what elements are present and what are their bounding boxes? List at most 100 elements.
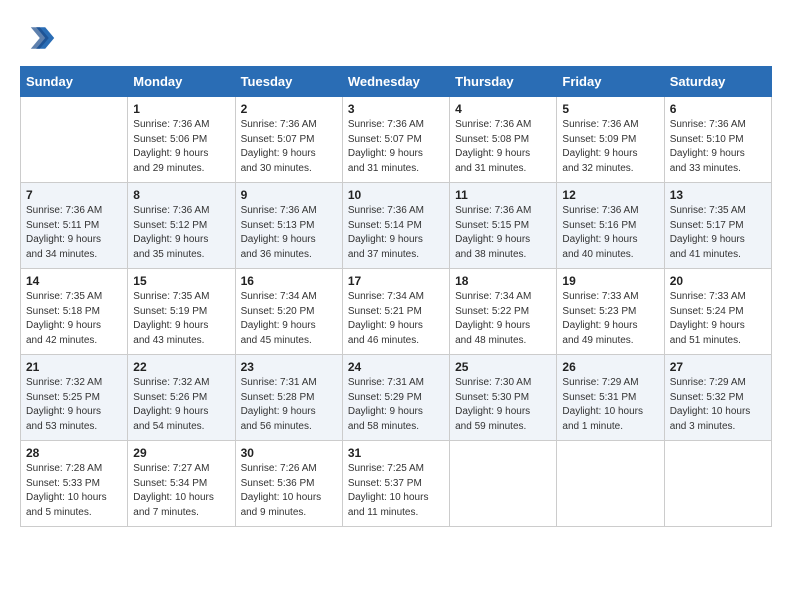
cell-info: Sunrise: 7:34 AM Sunset: 5:22 PM Dayligh… [455,290,551,348]
cell-info: Sunrise: 7:25 AM Sunset: 5:37 PM Dayligh… [348,462,444,520]
cell-info: Sunrise: 7:32 AM Sunset: 5:25 PM Dayligh… [26,376,122,434]
calendar-cell: 10 Sunrise: 7:36 AM Sunset: 5:14 PM Dayli… [342,183,449,269]
cell-info: Sunrise: 7:29 AM Sunset: 5:31 PM Dayligh… [562,376,658,434]
calendar-cell: 14Sunrise: 7:35 AM Sunset: 5:18 PM Dayli… [21,269,128,355]
cell-info: Sunrise: 7:36 AM Sunset: 5:11 PM Dayligh… [26,204,122,262]
weekday-header: Tuesday [235,67,342,97]
calendar-cell: 7 Sunrise: 7:36 AM Sunset: 5:11 PM Daylig… [21,183,128,269]
cell-info: Sunrise: 7:36 AM Sunset: 5:12 PM Dayligh… [133,204,229,262]
day-number: 3 [348,102,444,116]
page-header [20,20,772,56]
calendar-week-row: 28Sunrise: 7:28 AM Sunset: 5:33 PM Dayli… [21,441,772,527]
calendar-header: SundayMondayTuesdayWednesdayThursdayFrid… [21,67,772,97]
day-number: 1 [133,102,229,116]
day-number: 20 [670,274,766,288]
calendar-cell: 31 Sunrise: 7:25 AM Sunset: 5:37 PM Dayli… [342,441,449,527]
calendar-cell: 19 Sunrise: 7:33 AM Sunset: 5:23 PM Dayli… [557,269,664,355]
cell-info: Sunrise: 7:36 AM Sunset: 5:16 PM Dayligh… [562,204,658,262]
cell-info: Sunrise: 7:34 AM Sunset: 5:20 PM Dayligh… [241,290,337,348]
calendar-cell: 16 Sunrise: 7:34 AM Sunset: 5:20 PM Dayli… [235,269,342,355]
day-number: 31 [348,446,444,460]
cell-info: Sunrise: 7:35 AM Sunset: 5:18 PM Dayligh… [26,290,122,348]
day-number: 4 [455,102,551,116]
day-number: 19 [562,274,658,288]
calendar-cell: 25Sunrise: 7:30 AM Sunset: 5:30 PM Dayli… [450,355,557,441]
day-number: 17 [348,274,444,288]
cell-info: Sunrise: 7:36 AM Sunset: 5:08 PM Dayligh… [455,118,551,176]
day-number: 11 [455,188,551,202]
cell-info: Sunrise: 7:35 AM Sunset: 5:19 PM Dayligh… [133,290,229,348]
calendar-cell: 13 Sunrise: 7:35 AM Sunset: 5:17 PM Dayli… [664,183,771,269]
day-number: 10 [348,188,444,202]
calendar-cell: 18 Sunrise: 7:34 AM Sunset: 5:22 PM Dayli… [450,269,557,355]
weekday-header: Monday [128,67,235,97]
cell-info: Sunrise: 7:28 AM Sunset: 5:33 PM Dayligh… [26,462,122,520]
calendar-week-row: 21 Sunrise: 7:32 AM Sunset: 5:25 PM Dayli… [21,355,772,441]
calendar-cell: 27 Sunrise: 7:29 AM Sunset: 5:32 PM Dayli… [664,355,771,441]
day-number: 13 [670,188,766,202]
calendar-cell [21,97,128,183]
calendar-cell [450,441,557,527]
calendar-cell: 21 Sunrise: 7:32 AM Sunset: 5:25 PM Dayli… [21,355,128,441]
day-number: 29 [133,446,229,460]
weekday-header: Friday [557,67,664,97]
calendar-cell: 4 Sunrise: 7:36 AM Sunset: 5:08 PM Daylig… [450,97,557,183]
day-number: 6 [670,102,766,116]
day-number: 23 [241,360,337,374]
calendar-cell: 3 Sunrise: 7:36 AM Sunset: 5:07 PM Daylig… [342,97,449,183]
calendar-cell: 11 Sunrise: 7:36 AM Sunset: 5:15 PM Dayli… [450,183,557,269]
cell-info: Sunrise: 7:32 AM Sunset: 5:26 PM Dayligh… [133,376,229,434]
cell-info: Sunrise: 7:36 AM Sunset: 5:07 PM Dayligh… [241,118,337,176]
cell-info: Sunrise: 7:29 AM Sunset: 5:32 PM Dayligh… [670,376,766,434]
logo-icon [20,20,56,56]
calendar-cell: 9 Sunrise: 7:36 AM Sunset: 5:13 PM Daylig… [235,183,342,269]
day-number: 25 [455,360,551,374]
calendar-cell: 28Sunrise: 7:28 AM Sunset: 5:33 PM Dayli… [21,441,128,527]
cell-info: Sunrise: 7:31 AM Sunset: 5:28 PM Dayligh… [241,376,337,434]
calendar-cell: 23 Sunrise: 7:31 AM Sunset: 5:28 PM Dayli… [235,355,342,441]
calendar-cell [664,441,771,527]
calendar-cell [557,441,664,527]
cell-info: Sunrise: 7:33 AM Sunset: 5:23 PM Dayligh… [562,290,658,348]
day-number: 16 [241,274,337,288]
calendar-week-row: 14Sunrise: 7:35 AM Sunset: 5:18 PM Dayli… [21,269,772,355]
cell-info: Sunrise: 7:34 AM Sunset: 5:21 PM Dayligh… [348,290,444,348]
cell-info: Sunrise: 7:36 AM Sunset: 5:13 PM Dayligh… [241,204,337,262]
cell-info: Sunrise: 7:33 AM Sunset: 5:24 PM Dayligh… [670,290,766,348]
calendar-cell: 1 Sunrise: 7:36 AM Sunset: 5:06 PM Daylig… [128,97,235,183]
calendar-week-row: 1 Sunrise: 7:36 AM Sunset: 5:06 PM Daylig… [21,97,772,183]
calendar-table: SundayMondayTuesdayWednesdayThursdayFrid… [20,66,772,527]
day-number: 15 [133,274,229,288]
calendar-cell: 20 Sunrise: 7:33 AM Sunset: 5:24 PM Dayli… [664,269,771,355]
calendar-body: 1 Sunrise: 7:36 AM Sunset: 5:06 PM Daylig… [21,97,772,527]
calendar-cell: 12Sunrise: 7:36 AM Sunset: 5:16 PM Dayli… [557,183,664,269]
cell-info: Sunrise: 7:26 AM Sunset: 5:36 PM Dayligh… [241,462,337,520]
day-number: 22 [133,360,229,374]
calendar-cell: 15 Sunrise: 7:35 AM Sunset: 5:19 PM Dayli… [128,269,235,355]
calendar-cell: 5Sunrise: 7:36 AM Sunset: 5:09 PM Daylig… [557,97,664,183]
day-number: 7 [26,188,122,202]
day-number: 9 [241,188,337,202]
calendar-cell: 29Sunrise: 7:27 AM Sunset: 5:34 PM Dayli… [128,441,235,527]
cell-info: Sunrise: 7:35 AM Sunset: 5:17 PM Dayligh… [670,204,766,262]
cell-info: Sunrise: 7:36 AM Sunset: 5:15 PM Dayligh… [455,204,551,262]
weekday-header: Sunday [21,67,128,97]
weekday-row: SundayMondayTuesdayWednesdayThursdayFrid… [21,67,772,97]
day-number: 21 [26,360,122,374]
day-number: 8 [133,188,229,202]
cell-info: Sunrise: 7:36 AM Sunset: 5:06 PM Dayligh… [133,118,229,176]
calendar-cell: 6Sunrise: 7:36 AM Sunset: 5:10 PM Daylig… [664,97,771,183]
day-number: 18 [455,274,551,288]
day-number: 27 [670,360,766,374]
calendar-cell: 26 Sunrise: 7:29 AM Sunset: 5:31 PM Dayli… [557,355,664,441]
calendar-cell: 8 Sunrise: 7:36 AM Sunset: 5:12 PM Daylig… [128,183,235,269]
cell-info: Sunrise: 7:36 AM Sunset: 5:07 PM Dayligh… [348,118,444,176]
cell-info: Sunrise: 7:36 AM Sunset: 5:14 PM Dayligh… [348,204,444,262]
calendar-cell: 24Sunrise: 7:31 AM Sunset: 5:29 PM Dayli… [342,355,449,441]
logo [20,20,62,56]
calendar-week-row: 7 Sunrise: 7:36 AM Sunset: 5:11 PM Daylig… [21,183,772,269]
calendar-cell: 2Sunrise: 7:36 AM Sunset: 5:07 PM Daylig… [235,97,342,183]
cell-info: Sunrise: 7:36 AM Sunset: 5:09 PM Dayligh… [562,118,658,176]
day-number: 24 [348,360,444,374]
day-number: 26 [562,360,658,374]
